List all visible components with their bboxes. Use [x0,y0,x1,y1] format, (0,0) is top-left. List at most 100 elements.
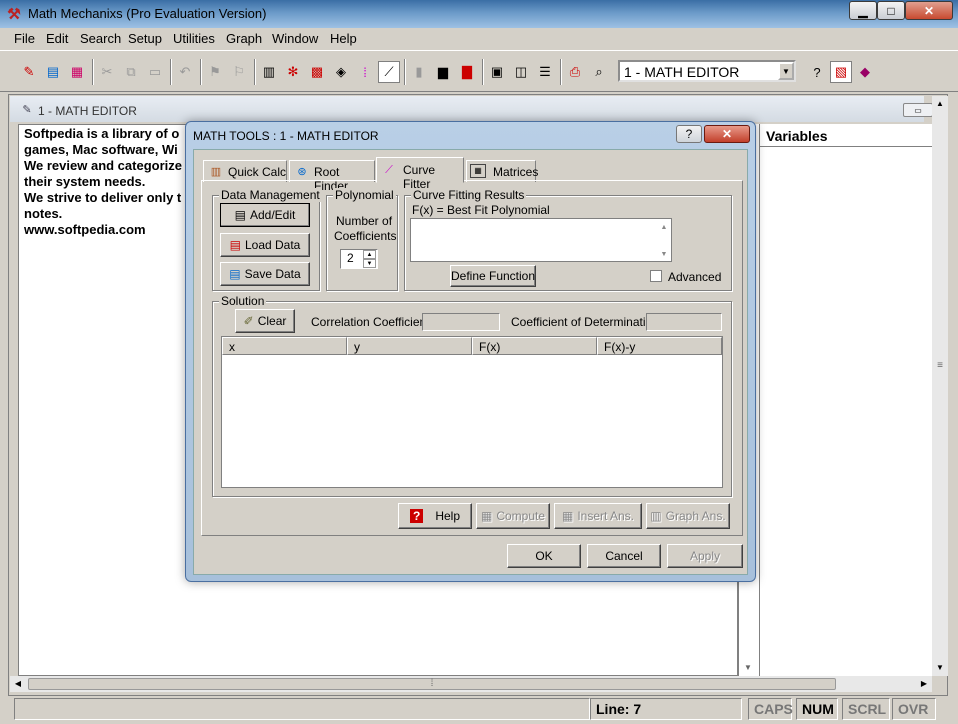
tab-root-finder[interactable]: ⊛ Root Finder [289,160,375,193]
tile-icon[interactable]: ◫ [510,61,532,83]
chart-disabled-icon[interactable]: ▮ [408,61,430,83]
solver-icon[interactable]: ◈ [330,61,352,83]
menu-file[interactable]: File [14,31,35,46]
child-minimize-button[interactable]: ▭ [903,103,933,117]
vertical-scrollbar[interactable] [932,96,948,676]
add-edit-button[interactable]: ▤ Add/Edit [220,203,310,227]
dialog-title: MATH TOOLS : 1 - MATH EDITOR [193,129,379,143]
fx-label: F(x) = Best Fit Polynomial [412,203,550,217]
scroll-up-icon[interactable]: ▲ [658,222,670,232]
editor-line: notes. [24,206,63,221]
tab-curve-fitter[interactable]: ⟋ Curve Fitter [376,157,464,191]
menu-setup[interactable]: Setup [128,31,162,46]
save-data-button[interactable]: ▤ Save Data [220,262,310,286]
dialog-help-button[interactable]: ? [676,125,702,143]
toolbar-separator [92,59,94,85]
run-icon[interactable]: ⚑ [204,61,226,83]
paste-icon[interactable]: ▭ [144,61,166,83]
menu-window[interactable]: Window [272,31,318,46]
cascade-icon[interactable]: ☰ [534,61,556,83]
column-chart-icon[interactable]: ▇ [456,61,478,83]
status-num: NUM [796,698,838,720]
tab-quick-calc[interactable]: ▥ Quick Calc [203,160,287,182]
root-icon[interactable]: ✻ [282,61,304,83]
column-header-y[interactable]: y [347,337,472,355]
graph-icon: ⊛ [297,165,307,178]
editor-select[interactable]: 1 - MATH EDITOR [618,60,796,82]
calculator-icon: ▥ [210,165,222,178]
close-button[interactable]: ✕ [905,1,953,20]
bar-chart-icon[interactable]: ▆ [432,61,454,83]
compute-button[interactable]: ▦ Compute [476,503,550,529]
column-header-fx-minus-y[interactable]: F(x)-y [597,337,722,355]
save-data-icon: ▤ [229,267,241,281]
menu-search[interactable]: Search [80,31,121,46]
matrix-icon: ▦ [470,164,486,178]
editor-line: We strive to deliver only t [24,190,182,205]
determination-label: Coefficient of Determination [511,315,659,329]
help-topics-icon[interactable]: ▧ [830,61,852,83]
scroll-up-icon[interactable]: ▲ [934,98,946,110]
determination-field [646,313,722,331]
tab-matrices[interactable]: ▦ Matrices [466,160,538,182]
copy-icon[interactable]: ⧉ [120,61,142,83]
advanced-checkbox[interactable] [650,270,662,282]
chevron-down-icon[interactable]: ▼ [778,62,794,80]
child-title: 1 - MATH EDITOR [38,104,137,118]
scroll-down-icon[interactable]: ▼ [742,662,754,674]
scatter-icon[interactable]: ⁞ [354,61,376,83]
variables-header: Variables [766,128,828,144]
clear-button[interactable]: ✐ Clear [235,309,295,333]
group-label: Polynomial [333,188,396,202]
calculator-icon[interactable]: ▥ [258,61,280,83]
variables-panel [760,124,932,676]
toolbar-separator [482,59,484,85]
insert-icon: ▦ [561,509,574,523]
editor-line: We review and categorize [24,158,182,173]
matrix-icon[interactable]: ▩ [306,61,328,83]
context-help-icon[interactable]: ? [806,61,828,83]
menu-bar: File Edit Search Setup Utilities Graph W… [0,28,958,50]
ok-button[interactable]: OK [507,544,581,568]
help-button[interactable]: ? Help [398,503,472,529]
dialog-close-button[interactable]: ✕ [704,125,750,143]
stepper-up-icon[interactable]: ▲ [363,250,376,259]
add-edit-icon: ▤ [234,208,246,222]
define-function-button[interactable]: Define Function [450,265,536,287]
menu-help[interactable]: Help [330,31,357,46]
open-icon[interactable]: ▤ [42,61,64,83]
menu-edit[interactable]: Edit [46,31,68,46]
insert-answer-button[interactable]: ▦ Insert Ans. [554,503,642,529]
apply-button[interactable]: Apply [667,544,743,568]
coefficients-label: Number of [336,214,393,228]
stepper-down-icon[interactable]: ▼ [363,259,376,268]
cut-icon[interactable]: ✂ [96,61,118,83]
solution-table[interactable] [221,336,723,488]
run-all-icon[interactable]: ⚐ [228,61,250,83]
maximize-button[interactable]: □ [877,1,905,20]
new-icon[interactable]: ✎ [18,61,40,83]
graph-answer-button[interactable]: ▥ Graph Ans. [646,503,730,529]
scroll-right-icon[interactable]: ▶ [918,678,930,690]
window-layout-icon[interactable]: ▣ [486,61,508,83]
scroll-down-icon[interactable]: ▼ [658,249,670,259]
save-icon[interactable]: ▦ [66,61,88,83]
book-icon[interactable]: ◆ [854,61,876,83]
pencil-icon: ✎ [22,103,32,116]
column-header-fx[interactable]: F(x) [472,337,597,355]
print-icon[interactable]: ⎙ [564,61,586,83]
menu-utilities[interactable]: Utilities [173,31,215,46]
scroll-grip-icon: ⁞ [430,678,434,689]
print-preview-icon[interactable]: ⌕ [588,61,610,83]
scroll-down-icon[interactable]: ▼ [934,662,946,674]
menu-graph[interactable]: Graph [226,31,262,46]
column-header-x[interactable]: x [222,337,347,355]
minimize-button[interactable]: ▁ [849,1,877,20]
curve-fit-icon[interactable]: ⟋ [378,61,400,83]
results-textarea[interactable] [410,218,672,262]
cancel-button[interactable]: Cancel [587,544,661,568]
load-data-button[interactable]: ▤ Load Data [220,233,310,257]
toolbar-separator [560,59,562,85]
undo-icon[interactable]: ↶ [174,61,196,83]
scroll-left-icon[interactable]: ◀ [12,678,24,690]
